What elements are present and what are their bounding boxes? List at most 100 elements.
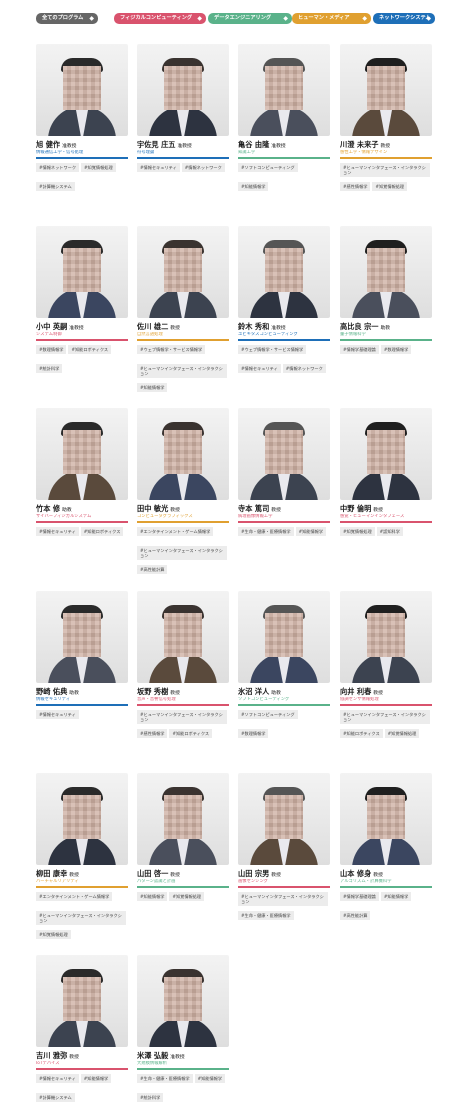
keyword-tag[interactable]: #知能ロボティクス xyxy=(340,729,383,738)
keyword-tag[interactable]: #統計科学 xyxy=(137,1093,164,1102)
keyword-tag[interactable]: #ウェブ情報学・サービス情報学 xyxy=(238,345,307,354)
chevron-down-icon: ◆ xyxy=(89,15,94,22)
keyword-tag[interactable]: #情報学基礎理論 xyxy=(340,892,379,901)
faculty-photo[interactable] xyxy=(36,44,128,136)
keyword-tag[interactable]: #知能情報学 xyxy=(194,1074,226,1083)
keyword-tag[interactable]: #知能情報学 xyxy=(80,1074,112,1083)
filter-pill-4[interactable]: ネットワークシステム ◆ xyxy=(373,13,435,24)
faculty-title: 教授 xyxy=(69,1055,79,1060)
faculty-title: 教授 xyxy=(170,873,180,878)
keyword-tag[interactable]: #情報セキュリティ xyxy=(36,1074,79,1083)
keyword-tag[interactable]: #情報セキュリティ xyxy=(137,163,180,172)
keyword-tag[interactable]: #認知科学 xyxy=(376,527,403,536)
keyword-tag[interactable]: #知覚情報処理 xyxy=(384,729,420,738)
keyword-tag[interactable]: #数理情報学 xyxy=(36,345,67,354)
keyword-tag[interactable]: #計算機システム xyxy=(36,182,75,191)
faculty-name: 高比良 宗一 xyxy=(340,322,379,331)
faculty-title: 教授 xyxy=(170,508,180,513)
faculty-photo[interactable] xyxy=(137,591,229,683)
keyword-tag[interactable]: #高性能計算 xyxy=(137,565,168,574)
faculty-photo[interactable] xyxy=(36,226,128,318)
faculty-photo[interactable] xyxy=(340,226,432,318)
keyword-tag[interactable]: #知能ロボティクス xyxy=(68,345,112,354)
faculty-photo[interactable] xyxy=(36,773,128,865)
faculty-photo[interactable] xyxy=(238,773,330,865)
keyword-tag[interactable]: #知覚情報処理 xyxy=(340,527,375,536)
keyword-tag[interactable]: #生命・健康・医療情報学 xyxy=(238,911,294,920)
keyword-tag[interactable]: #ヒューマンインタフェース・インタラクション xyxy=(137,546,227,560)
faculty-photo[interactable] xyxy=(137,44,229,136)
research-field: アルゴリズム・計算機科学 xyxy=(340,879,392,884)
keyword-tag[interactable]: #エンタテインメント・ゲーム情報学 xyxy=(36,892,113,901)
faculty-name: 竹本 修 xyxy=(36,504,61,513)
filter-pill-1[interactable]: フィジカルコンピューティング ◆ xyxy=(114,13,206,24)
faculty-photo[interactable] xyxy=(340,408,432,500)
filter-pill-3[interactable]: ヒューマン・メディア ◆ xyxy=(292,13,371,24)
keyword-tag[interactable]: #知能情報学 xyxy=(137,892,168,901)
filter-pill-2[interactable]: データエンジニアリング ◆ xyxy=(208,13,292,24)
research-field: 画像センシング xyxy=(238,879,269,884)
faculty-photo[interactable] xyxy=(238,591,330,683)
keyword-tag[interactable]: #生命・健康・医療情報学 xyxy=(137,1074,193,1083)
keyword-tag[interactable]: #知能情報学 xyxy=(295,527,327,536)
faculty-photo[interactable] xyxy=(340,591,432,683)
keyword-tag[interactable]: #知覚情報処理 xyxy=(36,930,71,939)
keyword-tag[interactable]: #知能ロボティクス xyxy=(80,527,124,536)
program-color-bar xyxy=(340,157,432,159)
faculty-title: 教授 xyxy=(170,691,180,696)
keyword-tag[interactable]: #感性情報学 xyxy=(340,182,371,191)
keyword-tag[interactable]: #統計科学 xyxy=(36,364,63,373)
keyword-tag[interactable]: #ヒューマンインタフェース・インタラクション xyxy=(238,892,328,906)
keyword-tag[interactable]: #知覚情報処理 xyxy=(372,182,408,191)
keyword-tag[interactable]: #生命・健康・医療情報学 xyxy=(238,527,294,536)
keyword-tag[interactable]: #数理情報学 xyxy=(380,345,412,354)
keyword-tag[interactable]: #知覚情報処理 xyxy=(169,892,205,901)
keyword-tag[interactable]: #知能情報学 xyxy=(137,383,168,392)
blurred-face xyxy=(63,430,101,474)
keyword-tags: #情報セキュリティ xyxy=(36,710,128,729)
keyword-tag[interactable]: #ソフトコンピューティング xyxy=(238,163,298,172)
keyword-tag[interactable]: #エンタテインメント・ゲーム情報学 xyxy=(137,527,214,536)
keyword-tag[interactable]: #ヒューマンインタフェース・インタラクション xyxy=(340,163,430,177)
keyword-tag[interactable]: #計算機システム xyxy=(36,1093,75,1102)
keyword-tag[interactable]: #情報セキュリティ xyxy=(36,710,79,719)
faculty-title: 教授 xyxy=(271,508,281,513)
faculty-photo[interactable] xyxy=(238,408,330,500)
keyword-tag[interactable]: #高性能計算 xyxy=(340,911,371,920)
keyword-tag[interactable]: #知覚情報処理 xyxy=(81,163,116,172)
keyword-tag[interactable]: #ヒューマンインタフェース・インタラクション xyxy=(340,710,430,724)
keyword-tag[interactable]: #情報ネットワーク xyxy=(36,163,80,172)
faculty-photo[interactable] xyxy=(238,226,330,318)
faculty-photo[interactable] xyxy=(36,955,128,1047)
faculty-title: 助教 xyxy=(271,691,281,696)
faculty-photo[interactable] xyxy=(137,408,229,500)
keyword-tag[interactable]: #情報ネットワーク xyxy=(181,163,225,172)
keyword-tag[interactable]: #知能ロボティクス xyxy=(169,729,213,738)
keyword-tag[interactable]: #感性情報学 xyxy=(137,729,168,738)
faculty-photo[interactable] xyxy=(238,44,330,136)
faculty-photo[interactable] xyxy=(36,408,128,500)
keyword-tag[interactable]: #ウェブ情報学・サービス情報学 xyxy=(137,345,206,354)
keyword-tag[interactable]: #知能情報学 xyxy=(380,892,412,901)
research-field: ソフトコンピューティング xyxy=(238,697,290,702)
keyword-tag[interactable]: #ヒューマンインタフェース・インタラクション xyxy=(137,710,227,724)
keyword-tag[interactable]: #情報ネットワーク xyxy=(282,364,326,373)
program-color-bar xyxy=(137,521,229,523)
keyword-tag[interactable]: #情報セキュリティ xyxy=(238,364,281,373)
faculty-photo[interactable] xyxy=(137,773,229,865)
filter-pill-0[interactable]: 全てのプログラム ◆ xyxy=(36,13,98,24)
research-field: 感性工学・情報デザイン xyxy=(340,150,388,155)
faculty-photo[interactable] xyxy=(340,44,432,136)
faculty-photo[interactable] xyxy=(137,226,229,318)
program-color-bar xyxy=(36,521,128,523)
keyword-tag[interactable]: #知能情報学 xyxy=(238,182,269,191)
keyword-tag[interactable]: #ヒューマンインタフェース・インタラクション xyxy=(137,364,227,378)
keyword-tag[interactable]: #情報セキュリティ xyxy=(36,527,79,536)
keyword-tag[interactable]: #数理情報学 xyxy=(238,729,269,738)
keyword-tag[interactable]: #ソフトコンピューティング xyxy=(238,710,298,719)
keyword-tag[interactable]: #ヒューマンインタフェース・インタラクション xyxy=(36,911,126,925)
faculty-photo[interactable] xyxy=(137,955,229,1047)
faculty-photo[interactable] xyxy=(36,591,128,683)
faculty-photo[interactable] xyxy=(340,773,432,865)
keyword-tag[interactable]: #情報学基礎理論 xyxy=(340,345,379,354)
